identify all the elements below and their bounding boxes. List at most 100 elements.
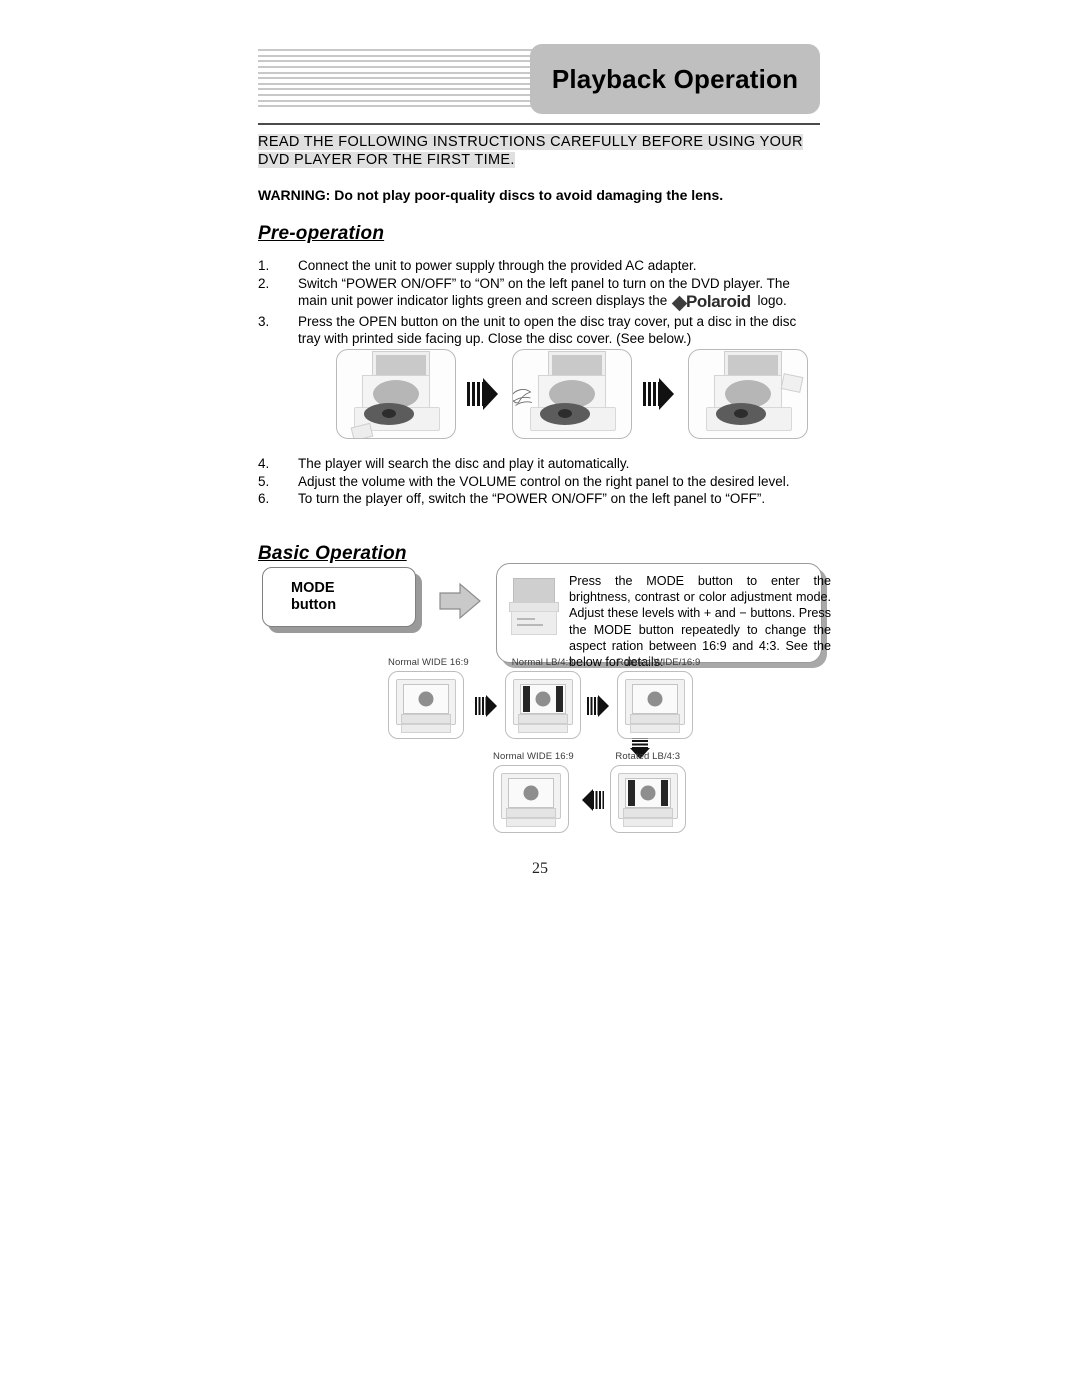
- aspect-face-icon: [640, 785, 656, 801]
- thumb-detail-line: [517, 624, 543, 626]
- list-item-text: Press the OPEN button on the unit to ope…: [298, 313, 797, 347]
- list-item-text: Switch “POWER ON/OFF” to “ON” on the lef…: [298, 275, 820, 313]
- aspect-box: [504, 671, 581, 739]
- arrow-tip: [581, 789, 593, 811]
- list-item-number: 3.: [258, 313, 270, 329]
- aspect-item: Normal LB/4:3: [504, 657, 581, 739]
- mode-description-callout: Press the MODE button to enter the brigh…: [496, 563, 831, 669]
- aspect-face-icon: [647, 691, 663, 707]
- section-heading-basic-operation: Basic Operation: [258, 542, 407, 564]
- pre-operation-steps-bottom: 4. The player will search the disc and p…: [258, 455, 820, 565]
- header-divider: [258, 123, 820, 125]
- aspect-label: Rotated WIDE/16:9: [616, 657, 701, 668]
- aspect-foot: [506, 818, 556, 827]
- arrow-bars: [467, 382, 484, 406]
- player-disc-hub: [558, 409, 572, 418]
- aspect-device: [396, 679, 456, 725]
- list-item-number: 6.: [258, 491, 270, 506]
- aspect-item: Rotated LB/4:3: [609, 751, 686, 833]
- mode-button-box[interactable]: MODE button: [262, 567, 416, 627]
- aspect-ratio-diagram-row-2: Normal WIDE 16:9 Rotated LB/4:3: [493, 751, 686, 833]
- player-lid-inner: [376, 355, 426, 375]
- aspect-screen: [403, 684, 449, 714]
- aspect-foot: [401, 724, 451, 733]
- dvd-player-thumbnail: [509, 578, 561, 636]
- aspect-screen: [519, 684, 566, 714]
- dvd-player-illustration: [700, 350, 804, 438]
- list-item: 4. The player will search the disc and p…: [258, 455, 820, 473]
- aspect-screen: [508, 778, 554, 808]
- arrow-tip: [659, 378, 674, 410]
- list-item: 1. Connect the unit to power supply thro…: [258, 257, 820, 275]
- aspect-arrow-left-icon: [580, 789, 604, 811]
- aspect-screen: [624, 778, 671, 808]
- aspect-item: Rotated WIDE/16:9: [616, 657, 701, 739]
- mode-button-label-line1: MODE: [291, 580, 335, 596]
- figure-step-insert-disc: [512, 349, 632, 439]
- aspect-label: Normal WIDE 16:9: [388, 657, 469, 668]
- arrow-bars: [643, 382, 660, 406]
- page-header: Playback Operation: [258, 44, 820, 118]
- list-item: 6. To turn the player off, switch the “P…: [258, 490, 820, 508]
- aspect-face-icon: [523, 785, 539, 801]
- list-item-number: 5.: [258, 473, 270, 489]
- aspect-item: Normal WIDE 16:9: [388, 657, 469, 739]
- aspect-keyboard: [401, 714, 451, 724]
- aspect-keyboard: [506, 808, 556, 818]
- list-item: 3. Press the OPEN button on the unit to …: [258, 313, 820, 348]
- polaroid-wordmark: Polaroid: [685, 292, 751, 311]
- aspect-keyboard: [517, 714, 568, 724]
- player-lid-inner: [728, 355, 778, 375]
- aspect-keyboard: [629, 714, 680, 724]
- list-item-text-part-b: logo.: [753, 293, 787, 308]
- list-item: 2. Switch “POWER ON/OFF” to “ON” on the …: [258, 275, 820, 313]
- letterbox-bar-right: [555, 686, 563, 712]
- section-heading-pre-operation: Pre-operation: [258, 223, 385, 244]
- hand-icon: [513, 389, 533, 406]
- aspect-label: Rotated LB/4:3: [615, 751, 681, 762]
- page-number: 25: [532, 860, 548, 877]
- aspect-item: Normal WIDE 16:9: [493, 751, 574, 833]
- list-item-text: Adjust the volume with the VOLUME contro…: [298, 473, 790, 489]
- list-item-text: To turn the player off, switch the “POWE…: [298, 491, 766, 506]
- mode-button-label-line2: button: [291, 597, 337, 613]
- lead-paragraph-wrap: READ THE FOLLOWING INSTRUCTIONS CAREFULL…: [258, 133, 820, 169]
- page-title: Playback Operation: [551, 64, 799, 94]
- aspect-box: [493, 765, 569, 833]
- figure-step-close-cover: [688, 349, 808, 439]
- list-item-text: Connect the unit to power supply through…: [298, 258, 697, 273]
- aspect-screen: [631, 684, 678, 714]
- list-item-text: The player will search the disc and play…: [298, 456, 630, 471]
- player-disc-hub: [382, 409, 396, 418]
- thumb-lid: [513, 578, 555, 604]
- aspect-arrow-right-icon: [586, 695, 611, 717]
- figure-step-open-tray: [336, 349, 456, 439]
- pre-operation-heading-wrap: Pre-operation: [258, 204, 820, 245]
- aspect-face-icon: [535, 691, 551, 707]
- list-item-number: 1.: [258, 258, 270, 273]
- aspect-foot: [622, 818, 673, 827]
- mode-button-callout-group: MODE button Press the MODE button to ent…: [262, 563, 831, 669]
- aspect-label: Normal LB/4:3: [511, 657, 574, 668]
- player-disc-hub: [734, 409, 748, 418]
- aspect-foot: [517, 724, 568, 733]
- aspect-device: [512, 679, 573, 725]
- aspect-box: [388, 671, 464, 739]
- warning-text: WARNING: Do not play poor-quality discs …: [258, 187, 724, 203]
- page-title-box: Playback Operation: [530, 44, 820, 114]
- flow-arrow-right-icon: [643, 378, 677, 410]
- thumb-detail-line: [517, 618, 535, 620]
- thumb-body: [511, 611, 557, 635]
- diamond-icon: [671, 295, 688, 312]
- arrow-tip: [597, 695, 609, 717]
- letterbox-bar-left: [522, 686, 530, 712]
- aspect-keyboard: [622, 808, 673, 818]
- document-page: Playback Operation READ THE FOLLOWING IN…: [0, 0, 1080, 1397]
- aspect-device: [501, 773, 561, 819]
- arrow-bars: [591, 791, 604, 809]
- lead-paragraph: READ THE FOLLOWING INSTRUCTIONS CAREFULL…: [258, 134, 803, 168]
- player-close-tab: [780, 373, 804, 393]
- aspect-ratio-diagram-row-1: Normal WIDE 16:9 Normal LB/4:3 Rotated W…: [388, 657, 700, 739]
- basic-operation-heading-wrap: Basic Operation: [258, 524, 820, 565]
- flow-arrow-right-icon: [467, 378, 501, 410]
